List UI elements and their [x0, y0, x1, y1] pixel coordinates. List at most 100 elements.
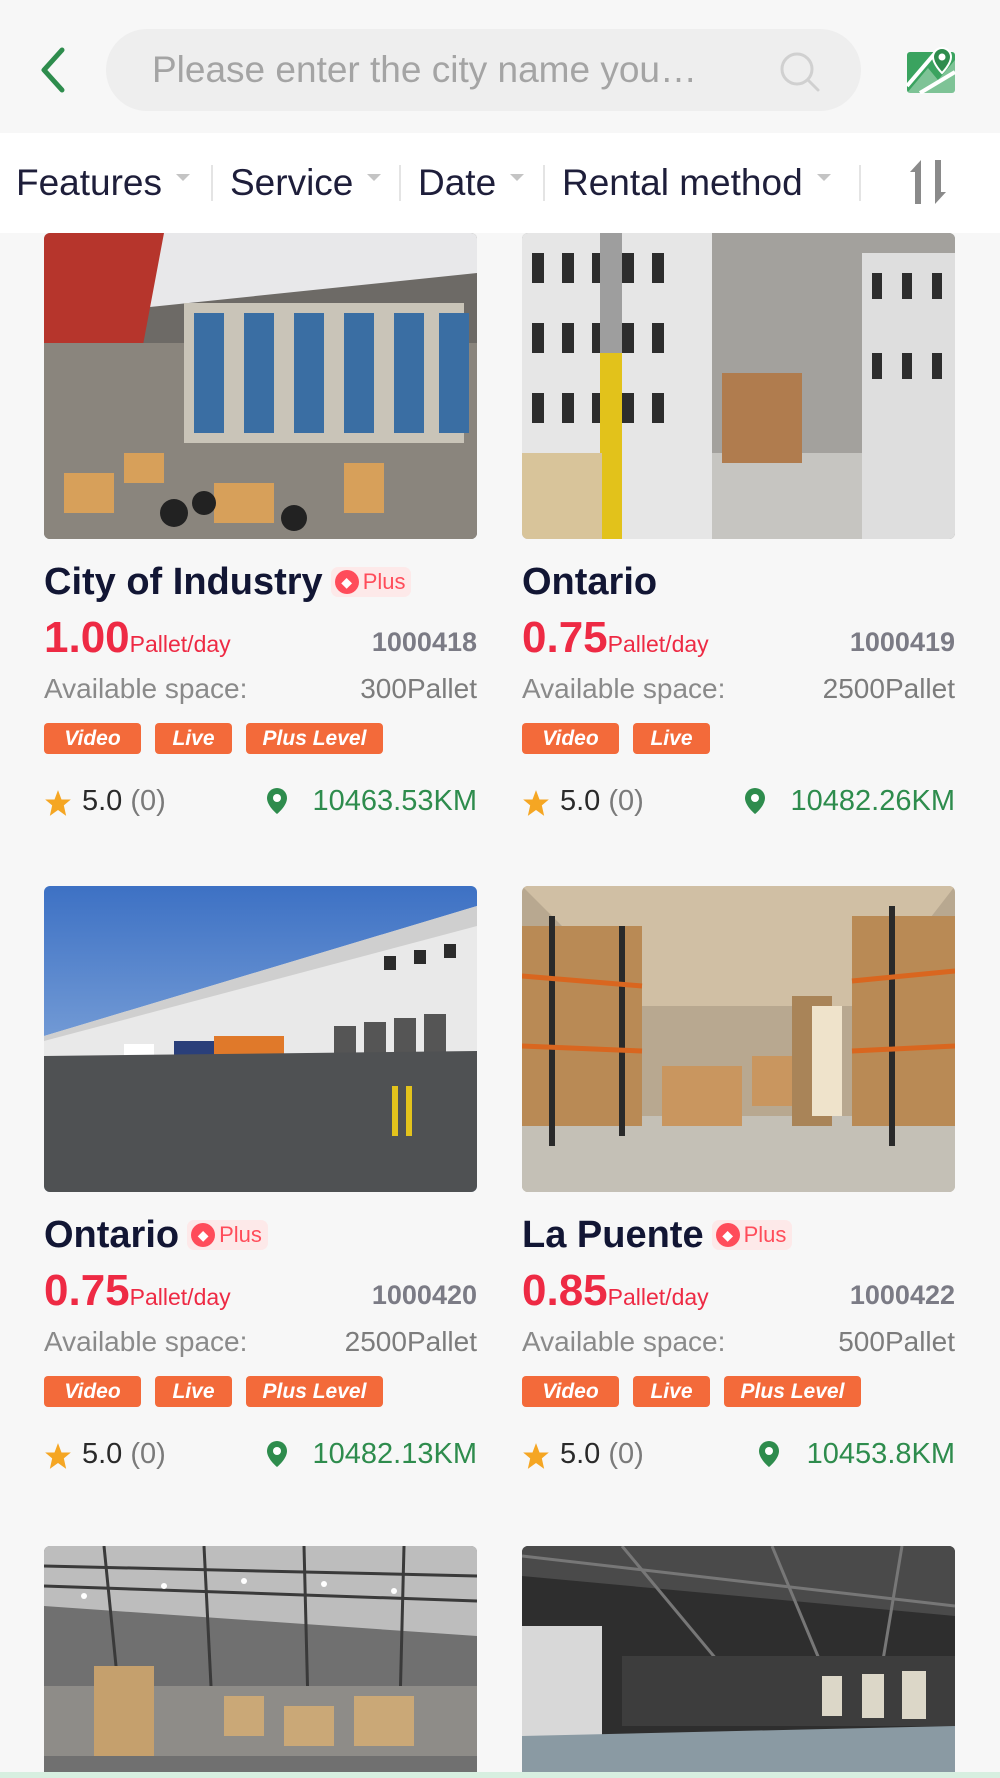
tag-plus-level: Plus Level — [724, 1376, 861, 1407]
review-count: (0) — [130, 785, 166, 817]
space-label: Available space: — [522, 673, 726, 704]
location-pin-icon — [267, 788, 287, 814]
star-icon — [523, 1443, 549, 1469]
warehouse-city: Ontario — [522, 560, 658, 603]
filter-divider — [859, 165, 861, 201]
app-screen: Features Service Date Rental method — [0, 0, 1000, 1778]
tag-list: Video Live Plus Level — [522, 1376, 955, 1408]
warehouse-card[interactable]: Ontario ◆ Plus 0.75Pallet/day 1000420 Ava… — [44, 886, 477, 1476]
warehouse-photo — [522, 1546, 955, 1778]
sort-icon[interactable] — [904, 158, 952, 206]
distance: 10482.26KM — [790, 785, 955, 817]
filter-rental-method-label: Rental method — [562, 162, 803, 203]
warehouse-card[interactable] — [44, 1546, 477, 1778]
rating-value: 5.0 — [560, 1438, 601, 1470]
star-icon — [45, 790, 71, 816]
price: 1.00Pallet/day — [44, 613, 231, 663]
space-label: Available space: — [44, 673, 248, 704]
price-unit: Pallet/day — [607, 1284, 709, 1310]
plus-badge-label: Plus — [743, 1222, 787, 1247]
warehouse-card[interactable]: City of Industry ◆ Plus 1.00Pallet/day 10… — [44, 233, 477, 823]
tag-live: Live — [155, 723, 232, 754]
price-value: 1.00 — [44, 613, 130, 662]
space-value: 500Pallet — [838, 1326, 955, 1357]
price: 0.85Pallet/day — [522, 1266, 709, 1316]
tag-list: Video Live Plus Level — [44, 1376, 477, 1408]
price-unit: Pallet/day — [129, 1284, 231, 1310]
distance: 10482.13KM — [312, 1438, 477, 1470]
plus-badge-label: Plus — [219, 1222, 262, 1247]
search-icon[interactable] — [778, 50, 822, 94]
tag-live: Live — [633, 1376, 710, 1407]
rating: 5.0 (0) — [560, 1438, 644, 1471]
bottom-edge — [0, 1772, 1000, 1778]
map-icon[interactable] — [906, 46, 956, 94]
location-pin-icon — [267, 1441, 287, 1467]
warehouse-card[interactable]: Ontario 0.75Pallet/day 1000419 Available… — [522, 233, 955, 823]
space-label: Available space: — [522, 1326, 726, 1357]
tag-video: Video — [522, 1376, 619, 1407]
distance: 10463.53KM — [312, 785, 477, 817]
search-box[interactable] — [106, 29, 861, 111]
tag-live: Live — [155, 1376, 232, 1407]
plus-badge-label: Plus — [362, 569, 406, 594]
filter-divider — [543, 165, 545, 201]
distance: 10453.8KM — [806, 1438, 955, 1470]
space-label: Available space: — [44, 1326, 248, 1357]
filter-divider — [211, 165, 213, 201]
rating-value: 5.0 — [82, 785, 123, 817]
price-value: 0.75 — [44, 1266, 130, 1315]
rating-value: 5.0 — [82, 1438, 123, 1470]
tag-plus-level: Plus Level — [246, 1376, 383, 1407]
star-icon — [45, 1443, 71, 1469]
filter-features-label: Features — [16, 162, 163, 203]
warehouse-code: 1000420 — [371, 1280, 477, 1310]
plus-badge: ◆ Plus — [330, 567, 412, 597]
warehouse-city: Ontario — [44, 1213, 180, 1256]
filter-date[interactable]: Date — [418, 133, 525, 233]
warehouse-city: City of Industry — [44, 560, 323, 603]
filter-date-label: Date — [418, 162, 497, 203]
top-bar — [0, 0, 1000, 130]
star-icon — [523, 790, 549, 816]
space-value: 300Pallet — [360, 673, 477, 704]
review-count: (0) — [608, 1438, 644, 1470]
tag-video: Video — [44, 723, 141, 754]
price-unit: Pallet/day — [607, 631, 709, 657]
warehouse-photo — [44, 1546, 477, 1778]
filter-bar: Features Service Date Rental method — [0, 133, 1000, 233]
space-value: 2500Pallet — [822, 673, 955, 704]
location-pin-icon — [745, 788, 765, 814]
warehouse-code: 1000419 — [849, 627, 955, 657]
diamond-icon: ◆ — [191, 1223, 216, 1247]
plus-badge: ◆ Plus — [187, 1220, 268, 1250]
filter-rental-method[interactable]: Rental method — [562, 133, 831, 233]
warehouse-photo — [522, 886, 955, 1192]
tag-plus-level: Plus Level — [246, 723, 383, 754]
tag-video: Video — [44, 1376, 141, 1407]
search-input[interactable] — [152, 29, 752, 111]
caret-down-icon — [176, 173, 191, 181]
rating: 5.0 (0) — [560, 785, 644, 818]
warehouse-card[interactable]: La Puente ◆ Plus 0.85Pallet/day 1000422 A… — [522, 886, 955, 1476]
caret-down-icon — [510, 173, 525, 181]
plus-badge: ◆ Plus — [711, 1220, 793, 1250]
diamond-icon: ◆ — [715, 1223, 740, 1247]
filter-service-label: Service — [230, 162, 354, 203]
warehouse-photo — [44, 886, 477, 1192]
tag-list: Video Live — [522, 723, 955, 755]
back-chevron-icon[interactable] — [34, 42, 74, 98]
price: 0.75Pallet/day — [44, 1266, 231, 1316]
filter-features[interactable]: Features — [16, 133, 191, 233]
location-pin-icon — [759, 1441, 779, 1467]
tag-live: Live — [633, 723, 710, 754]
rating-value: 5.0 — [560, 785, 601, 817]
caret-down-icon — [816, 173, 831, 181]
space-value: 2500Pallet — [344, 1326, 477, 1357]
price-unit: Pallet/day — [129, 631, 231, 657]
review-count: (0) — [608, 785, 644, 817]
price: 0.75Pallet/day — [522, 613, 709, 663]
filter-service[interactable]: Service — [230, 133, 382, 233]
warehouse-photo — [522, 233, 955, 539]
warehouse-card[interactable] — [522, 1546, 955, 1778]
